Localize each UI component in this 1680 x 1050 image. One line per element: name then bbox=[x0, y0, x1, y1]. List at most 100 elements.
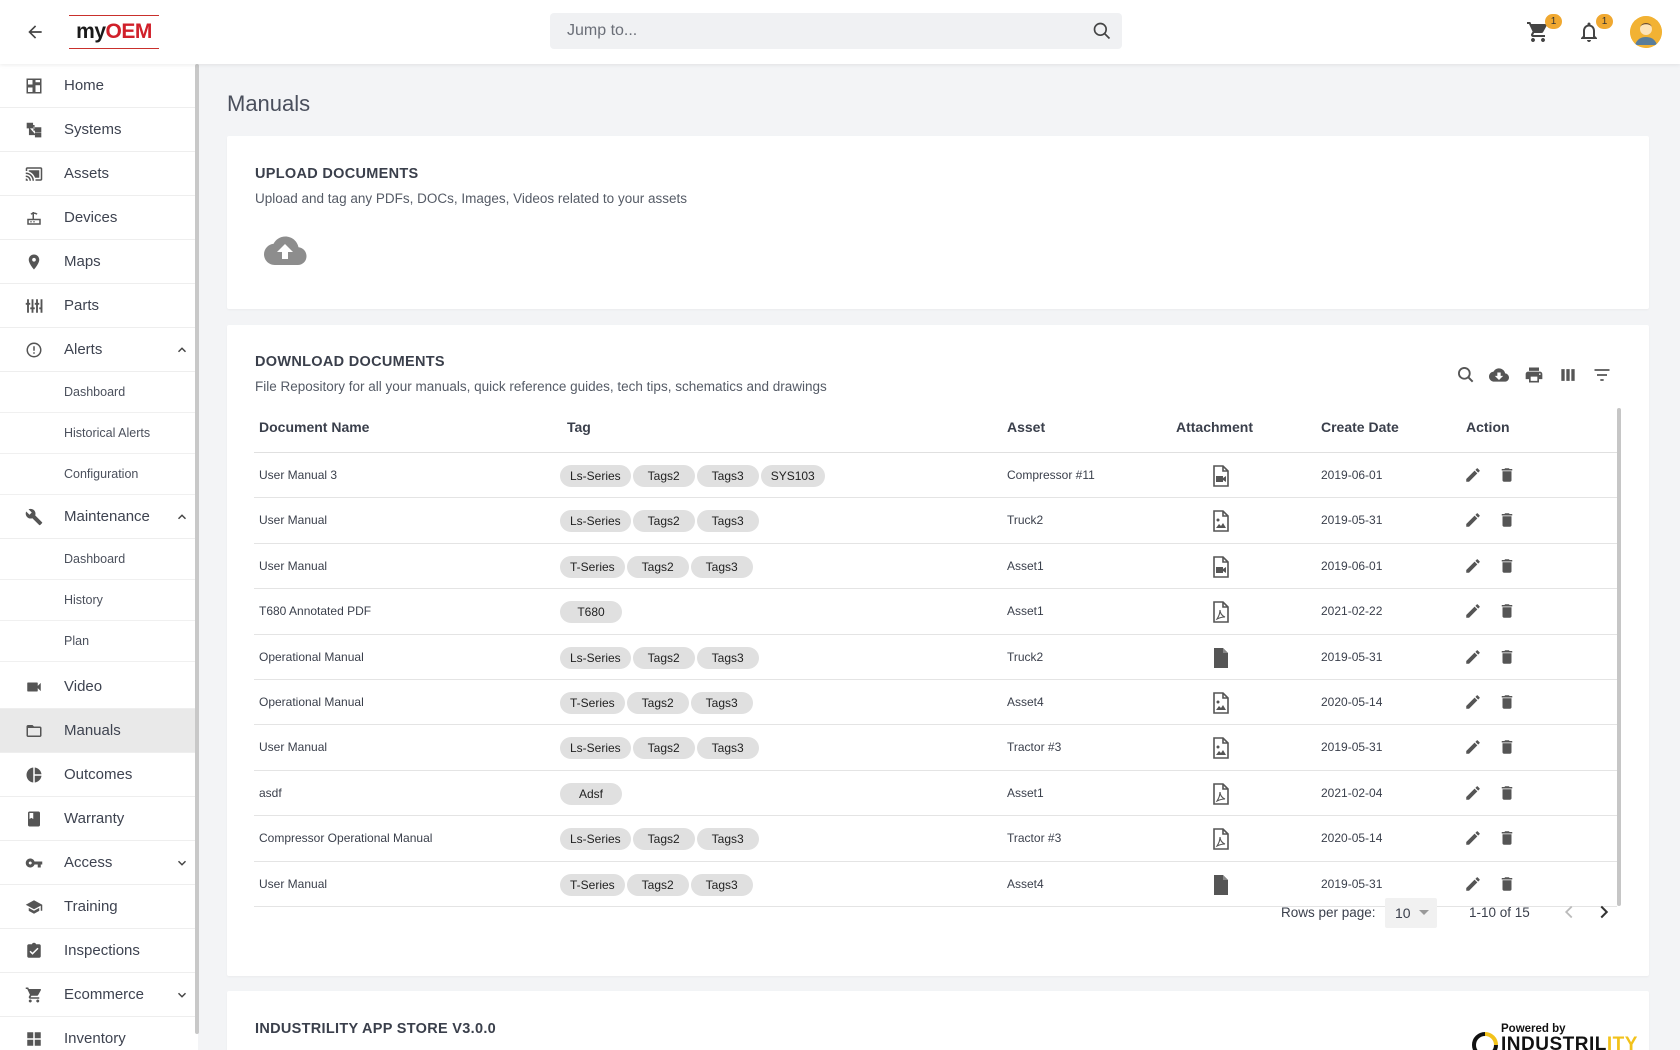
previous-page-icon[interactable] bbox=[1558, 901, 1580, 923]
tag-chip[interactable]: Tags3 bbox=[690, 555, 753, 578]
tag-chip[interactable]: Ls-Series bbox=[560, 510, 631, 533]
edit-pencil-icon[interactable] bbox=[1464, 466, 1482, 484]
tag-chip[interactable]: Tags3 bbox=[696, 510, 759, 533]
edit-pencil-icon[interactable] bbox=[1464, 557, 1482, 575]
image-file-icon[interactable] bbox=[1208, 508, 1232, 534]
delete-trash-icon[interactable] bbox=[1498, 557, 1516, 575]
sidebar-item-maps[interactable]: Maps bbox=[0, 240, 195, 284]
filter-list-icon[interactable] bbox=[1592, 365, 1612, 385]
column-header-asset[interactable]: Asset bbox=[1007, 419, 1045, 435]
next-page-icon[interactable] bbox=[1593, 901, 1615, 923]
edit-pencil-icon[interactable] bbox=[1464, 648, 1482, 666]
delete-trash-icon[interactable] bbox=[1498, 602, 1516, 620]
delete-trash-icon[interactable] bbox=[1498, 466, 1516, 484]
sidebar-item-inspections[interactable]: Inspections bbox=[0, 929, 195, 973]
tag-chip[interactable]: Tags2 bbox=[632, 737, 695, 760]
sidebar-item-inventory[interactable]: Inventory bbox=[0, 1017, 195, 1050]
tag-chip[interactable]: Tags3 bbox=[690, 692, 753, 714]
search-icon[interactable] bbox=[1456, 365, 1476, 385]
sidebar-subitem-plan[interactable]: Plan bbox=[0, 621, 195, 662]
file-icon[interactable] bbox=[1208, 872, 1232, 898]
tag-chip[interactable]: T-Series bbox=[560, 873, 625, 896]
delete-trash-icon[interactable] bbox=[1498, 875, 1516, 893]
rows-per-page-select[interactable]: 10 bbox=[1385, 898, 1437, 928]
tag-chip[interactable]: Ls-Series bbox=[560, 828, 631, 851]
tag-chip[interactable]: Ls-Series bbox=[560, 646, 631, 669]
cloud-upload-icon[interactable] bbox=[263, 236, 307, 266]
user-avatar[interactable] bbox=[1630, 16, 1662, 48]
sidebar-item-assets[interactable]: Assets bbox=[0, 152, 195, 196]
sidebar-item-training[interactable]: Training bbox=[0, 885, 195, 929]
chevron-up-icon[interactable] bbox=[175, 343, 189, 357]
app-logo[interactable]: my OEM bbox=[69, 15, 159, 49]
chevron-up-icon[interactable] bbox=[175, 510, 189, 524]
sidebar-item-systems[interactable]: Systems bbox=[0, 108, 195, 152]
sidebar-item-warranty[interactable]: Warranty bbox=[0, 797, 195, 841]
tag-chip[interactable]: Tags3 bbox=[696, 465, 759, 487]
sidebar-item-video[interactable]: Video bbox=[0, 665, 195, 709]
chevron-down-icon[interactable] bbox=[175, 988, 189, 1002]
sidebar-item-home[interactable]: Home bbox=[0, 64, 195, 108]
edit-pencil-icon[interactable] bbox=[1464, 738, 1482, 756]
print-icon[interactable] bbox=[1524, 365, 1544, 385]
tag-chip[interactable]: Tags3 bbox=[696, 737, 759, 760]
edit-pencil-icon[interactable] bbox=[1464, 693, 1482, 711]
sidebar-subitem-historical-alerts[interactable]: Historical Alerts bbox=[0, 413, 195, 454]
sidebar-item-manuals[interactable]: Manuals bbox=[0, 709, 195, 753]
sidebar-subitem-maintenance-dashboard[interactable]: Dashboard bbox=[0, 539, 195, 580]
tag-chip[interactable]: T-Series bbox=[560, 555, 625, 578]
delete-trash-icon[interactable] bbox=[1498, 829, 1516, 847]
sidebar-item-devices[interactable]: Devices bbox=[0, 196, 195, 240]
video-file-icon[interactable] bbox=[1208, 554, 1232, 580]
video-file-icon[interactable] bbox=[1208, 463, 1232, 489]
sidebar-item-outcomes[interactable]: Outcomes bbox=[0, 753, 195, 797]
table-scrollbar[interactable] bbox=[1617, 408, 1621, 906]
delete-trash-icon[interactable] bbox=[1498, 784, 1516, 802]
tag-chip[interactable]: Tags3 bbox=[696, 828, 759, 851]
delete-trash-icon[interactable] bbox=[1498, 693, 1516, 711]
column-header-document-name[interactable]: Document Name bbox=[259, 419, 369, 435]
tag-chip[interactable]: Tags2 bbox=[626, 692, 689, 714]
sidebar-subitem-history[interactable]: History bbox=[0, 580, 195, 621]
tag-chip[interactable]: Tags2 bbox=[626, 555, 689, 578]
delete-trash-icon[interactable] bbox=[1498, 511, 1516, 529]
pdf-file-icon[interactable] bbox=[1208, 826, 1232, 852]
cart-button[interactable]: 1 bbox=[1526, 14, 1562, 44]
tag-chip[interactable]: Tags2 bbox=[632, 828, 695, 851]
tag-chip[interactable]: Tags3 bbox=[690, 873, 753, 896]
file-icon[interactable] bbox=[1208, 645, 1232, 671]
edit-pencil-icon[interactable] bbox=[1464, 602, 1482, 620]
back-arrow-icon[interactable] bbox=[24, 22, 46, 42]
sidebar-item-ecommerce[interactable]: Ecommerce bbox=[0, 973, 195, 1017]
column-header-tag[interactable]: Tag bbox=[567, 419, 591, 435]
sidebar-subitem-configuration[interactable]: Configuration bbox=[0, 454, 195, 495]
column-header-create-date[interactable]: Create Date bbox=[1321, 419, 1399, 435]
search-input[interactable] bbox=[550, 13, 1122, 49]
chevron-down-icon[interactable] bbox=[175, 856, 189, 870]
sidebar-scrollbar[interactable] bbox=[195, 64, 199, 1034]
tag-chip[interactable]: Tags2 bbox=[626, 873, 689, 896]
tag-chip[interactable]: T680 bbox=[560, 601, 622, 624]
edit-pencil-icon[interactable] bbox=[1464, 784, 1482, 802]
tag-chip[interactable]: Tags3 bbox=[696, 646, 759, 669]
tag-chip[interactable]: T-Series bbox=[560, 692, 625, 714]
tag-chip[interactable]: SYS103 bbox=[760, 465, 825, 487]
edit-pencil-icon[interactable] bbox=[1464, 511, 1482, 529]
cloud-download-icon[interactable] bbox=[1489, 365, 1509, 385]
tag-chip[interactable]: Tags2 bbox=[632, 465, 695, 487]
edit-pencil-icon[interactable] bbox=[1464, 875, 1482, 893]
delete-trash-icon[interactable] bbox=[1498, 648, 1516, 666]
pdf-file-icon[interactable] bbox=[1208, 781, 1232, 807]
sidebar-item-parts[interactable]: Parts bbox=[0, 284, 195, 328]
image-file-icon[interactable] bbox=[1208, 690, 1232, 716]
tag-chip[interactable]: Tags2 bbox=[632, 646, 695, 669]
view-columns-icon[interactable] bbox=[1558, 365, 1578, 385]
sidebar-subitem-alerts-dashboard[interactable]: Dashboard bbox=[0, 372, 195, 413]
delete-trash-icon[interactable] bbox=[1498, 738, 1516, 756]
sidebar-item-access[interactable]: Access bbox=[0, 841, 195, 885]
column-header-attachment[interactable]: Attachment bbox=[1176, 419, 1253, 435]
sidebar-item-alerts[interactable]: Alerts bbox=[0, 328, 195, 372]
tag-chip[interactable]: Adsf bbox=[560, 782, 622, 805]
tag-chip[interactable]: Ls-Series bbox=[560, 465, 631, 487]
image-file-icon[interactable] bbox=[1208, 735, 1232, 761]
